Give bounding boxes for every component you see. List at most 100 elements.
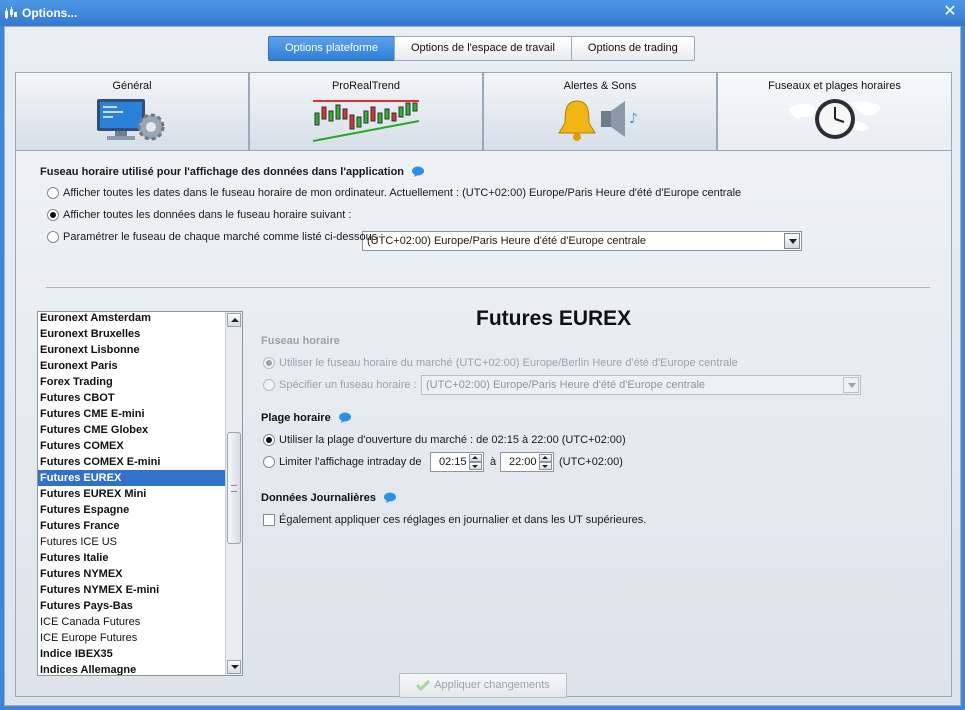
- market-list-item[interactable]: Futures COMEX E-mini: [38, 454, 225, 470]
- divider: [46, 287, 930, 288]
- market-list-item[interactable]: Futures CME E-mini: [38, 406, 225, 422]
- tab-general-label: Général: [112, 80, 152, 92]
- market-list-item[interactable]: Futures France: [38, 518, 225, 534]
- market-list-item[interactable]: Futures Italie: [38, 550, 225, 566]
- daily-heading-text: Données Journalières: [261, 492, 376, 504]
- chevron-down-icon[interactable]: [784, 233, 800, 249]
- settings-panel: Fuseau horaire utilisé pour l'affichage …: [15, 150, 952, 698]
- candlestick-trend-icon: [312, 100, 420, 142]
- tz-option-fixed-label: Afficher toutes les données dans le fuse…: [63, 209, 352, 222]
- tab-alertes-sons-label: Alertes & Sons: [563, 80, 637, 92]
- market-list-item[interactable]: Futures Pays-Bas: [38, 598, 225, 614]
- spin-down-icon[interactable]: [539, 462, 552, 470]
- app-icon: [5, 7, 17, 19]
- daily-heading: Données Journalières: [261, 492, 397, 504]
- plage-option-market[interactable]: Utiliser la plage d'ouverture du marché …: [263, 434, 626, 447]
- daily-apply-option[interactable]: Également appliquer ces réglages en jour…: [263, 514, 646, 527]
- bell-speaker-icon: ♪: [558, 100, 638, 141]
- plage-option-limit[interactable]: Limiter l'affichage intraday de: [263, 456, 422, 469]
- market-list-item[interactable]: Futures NYMEX E-mini: [38, 582, 225, 598]
- tab-prorealtrend[interactable]: ProRealTrend: [249, 72, 483, 151]
- plage-option-limit-label: Limiter l'affichage intraday de: [279, 456, 422, 469]
- plage-option-market-label: Utiliser la plage d'ouverture du marché …: [279, 434, 626, 447]
- fuseau-option-custom-radio[interactable]: [263, 379, 275, 392]
- spin-down-icon[interactable]: [469, 462, 482, 470]
- tz-option-per-market-label: Paramétrer le fuseau de chaque marché co…: [63, 231, 384, 244]
- market-list-item[interactable]: Euronext Lisbonne: [38, 342, 225, 358]
- world-clock-icon: [788, 99, 881, 139]
- market-list-item[interactable]: Futures COMEX: [38, 438, 225, 454]
- tab-options-espace-travail[interactable]: Options de l'espace de travail: [393, 36, 572, 61]
- info-bubble-icon[interactable]: [383, 492, 397, 504]
- plage-to-spinner[interactable]: 22:00: [500, 452, 554, 472]
- plage-from-value: 02:15: [439, 456, 467, 468]
- fuseau-heading: Fuseau horaire: [261, 335, 340, 347]
- market-list-item[interactable]: Indices Allemagne: [38, 662, 225, 675]
- market-list-item[interactable]: Futures CBOT: [38, 390, 225, 406]
- market-list-item[interactable]: Futures Espagne: [38, 502, 225, 518]
- checkmark-icon: [416, 680, 431, 692]
- fuseau-option-custom-label: Spécifier un fuseau horaire :: [279, 379, 417, 392]
- monitor-gear-icon: [97, 99, 165, 141]
- tab-fuseaux-plages[interactable]: Fuseaux et plages horaires: [717, 72, 952, 152]
- options-dialog: Options plateforme Options de l'espace d…: [4, 26, 961, 706]
- market-list-item[interactable]: Futures CME Globex: [38, 422, 225, 438]
- window-title: Options...: [22, 6, 78, 20]
- market-title: Futures EUREX: [476, 307, 632, 330]
- scroll-down-icon[interactable]: [227, 660, 241, 674]
- category-tabs: Général ProRealTrend Alertes & Sons ♪ Fu…: [15, 72, 952, 152]
- market-list-item[interactable]: ICE Europe Futures: [38, 630, 225, 646]
- market-list[interactable]: Euronext Amsterdam Euronext Bruxelles Euro…: [37, 311, 243, 676]
- plage-from-spinner[interactable]: 02:15: [430, 452, 484, 472]
- plage-heading: Plage horaire: [261, 412, 352, 424]
- tab-prorealtrend-label: ProRealTrend: [331, 80, 401, 92]
- plage-heading-text: Plage horaire: [261, 412, 331, 424]
- scroll-thumb[interactable]: [227, 432, 241, 544]
- daily-apply-checkbox[interactable]: [263, 514, 275, 527]
- tz-option-per-market[interactable]: Paramétrer le fuseau de chaque marché co…: [47, 231, 384, 244]
- market-list-item[interactable]: ICE Canada Futures: [38, 614, 225, 630]
- spin-up-icon[interactable]: [539, 454, 552, 462]
- timezone-heading-text: Fuseau horaire utilisé pour l'affichage …: [40, 166, 405, 178]
- close-icon[interactable]: ✕: [941, 3, 959, 21]
- apply-changes-label: Appliquer changements: [434, 679, 550, 691]
- plage-to-label: à: [490, 456, 497, 468]
- plage-option-limit-radio[interactable]: [263, 456, 275, 469]
- market-list-item[interactable]: Futures ICE US: [38, 534, 225, 550]
- market-list-item[interactable]: Futures EUREX Mini: [38, 486, 225, 502]
- tab-options-trading[interactable]: Options de trading: [570, 36, 695, 61]
- tab-fuseaux-plages-label: Fuseaux et plages horaires: [768, 80, 901, 92]
- title-bar: Options... ✕: [0, 0, 965, 26]
- market-list-item[interactable]: Euronext Paris: [38, 358, 225, 374]
- tab-options-plateforme[interactable]: Options plateforme: [268, 36, 395, 61]
- timezone-select[interactable]: (UTC+02:00) Europe/Paris Heure d'été d'E…: [362, 231, 802, 251]
- tz-option-per-market-radio[interactable]: [47, 231, 59, 244]
- plage-option-market-radio[interactable]: [263, 434, 275, 447]
- fuseau-select-value: (UTC+02:00) Europe/Paris Heure d'été d'E…: [426, 379, 706, 391]
- fuseau-option-market-radio[interactable]: [263, 357, 275, 370]
- market-list-item[interactable]: Futures NYMEX: [38, 566, 225, 582]
- market-list-item[interactable]: Futures EUREX: [38, 470, 225, 486]
- tz-option-computer[interactable]: Afficher toutes les dates dans le fuseau…: [47, 187, 741, 200]
- tz-option-fixed[interactable]: Afficher toutes les données dans le fuse…: [47, 209, 352, 222]
- spin-up-icon[interactable]: [469, 454, 482, 462]
- market-list-item[interactable]: Indice IBEX35: [38, 646, 225, 662]
- market-list-item[interactable]: Euronext Amsterdam: [38, 312, 225, 326]
- info-bubble-icon[interactable]: [338, 412, 352, 424]
- scroll-up-icon[interactable]: [227, 313, 241, 327]
- plage-timezone: (UTC+02:00): [559, 456, 623, 468]
- market-list-item[interactable]: Forex Trading: [38, 374, 225, 390]
- tz-option-fixed-radio[interactable]: [47, 209, 59, 222]
- market-list-scrollbar[interactable]: [225, 312, 242, 675]
- timezone-select-value: (UTC+02:00) Europe/Paris Heure d'été d'E…: [367, 235, 647, 247]
- fuseau-option-market: Utiliser le fuseau horaire du marché (UT…: [263, 357, 738, 370]
- info-bubble-icon[interactable]: [411, 166, 425, 178]
- market-list-items: Euronext Amsterdam Euronext Bruxelles Euro…: [38, 312, 225, 675]
- chevron-down-icon[interactable]: [843, 377, 859, 393]
- tab-alertes-sons[interactable]: Alertes & Sons ♪: [483, 72, 717, 151]
- market-list-item[interactable]: Euronext Bruxelles: [38, 326, 225, 342]
- tab-general[interactable]: Général: [15, 72, 249, 151]
- apply-changes-button[interactable]: Appliquer changements: [399, 673, 567, 698]
- fuseau-select[interactable]: (UTC+02:00) Europe/Paris Heure d'été d'E…: [421, 375, 861, 395]
- tz-option-computer-radio[interactable]: [47, 187, 59, 200]
